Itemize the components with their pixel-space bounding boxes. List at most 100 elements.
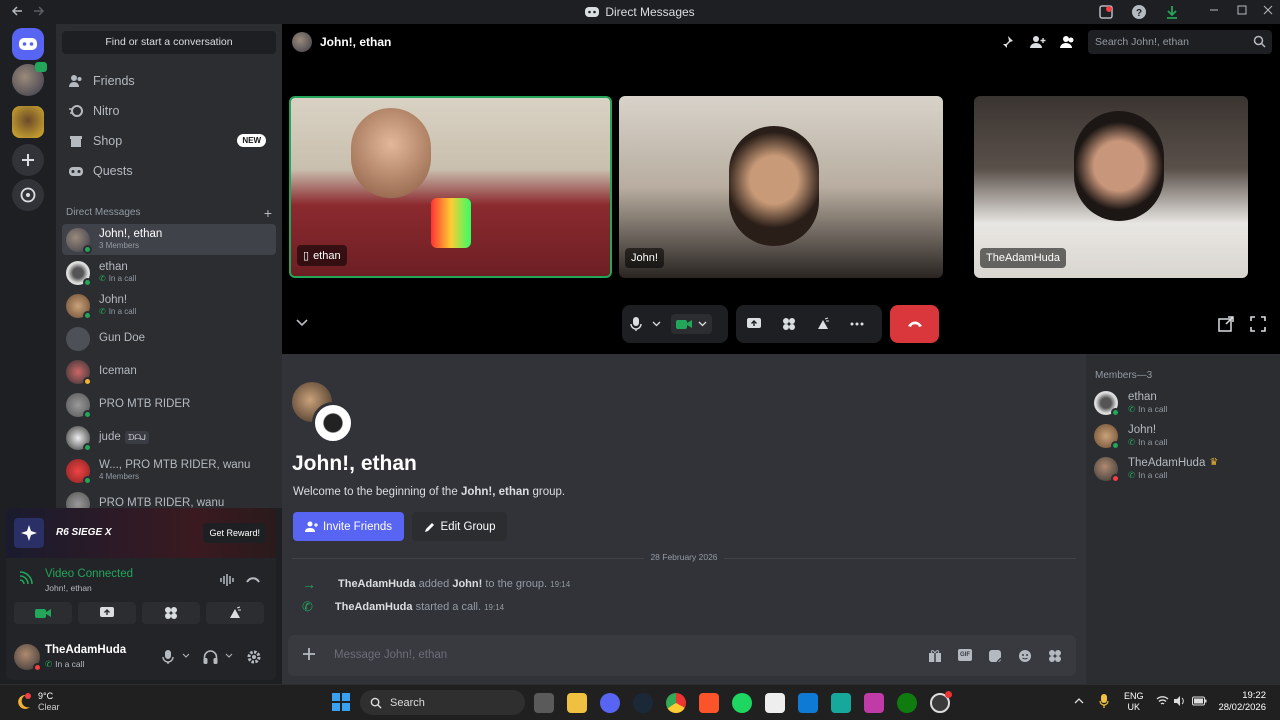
message-input[interactable]: Message John!, ethan	[334, 649, 447, 661]
nav-shop[interactable]: Shop NEW	[62, 127, 276, 155]
dm-item[interactable]: W..., PRO MTB RIDER, wanu 4 Members	[62, 455, 276, 486]
add-server-icon[interactable]	[12, 144, 44, 176]
noise-suppression-icon[interactable]	[220, 574, 234, 586]
leave-call-button[interactable]	[890, 305, 939, 343]
nav-quests[interactable]: Quests	[62, 157, 276, 185]
dm-item[interactable]: Gun Doe	[62, 323, 276, 354]
chevron-down-icon[interactable]	[652, 321, 661, 327]
wifi-icon[interactable]	[1156, 696, 1169, 706]
clock[interactable]: 19:22 28/02/2026	[1218, 690, 1266, 714]
spotify-icon[interactable]	[732, 693, 752, 713]
video-tile-ethan[interactable]: ▯ ethan	[289, 96, 612, 278]
dm-name: PRO MTB RIDER, wanu	[99, 497, 225, 508]
screenshare-button[interactable]	[78, 602, 136, 624]
dm-item[interactable]: ethan ✆ In a call	[62, 257, 276, 288]
member-item[interactable]: John! ✆ In a call	[1094, 421, 1167, 451]
language-indicator[interactable]: ENG UK	[1124, 691, 1144, 713]
welcome-text: Welcome to the beginning of the John!, e…	[293, 486, 566, 498]
emoji-icon[interactable]	[1018, 649, 1032, 663]
dm-item[interactable]: John! ✆ In a call	[62, 290, 276, 321]
taskbar-search[interactable]: Search	[360, 690, 525, 715]
chevron-up-icon[interactable]	[1074, 697, 1084, 704]
video-tile-john[interactable]: John!	[619, 96, 943, 278]
server-avatar[interactable]	[12, 106, 44, 138]
chevron-down-icon[interactable]	[225, 653, 233, 659]
battery-icon[interactable]	[1192, 695, 1207, 707]
discord-taskbar-icon[interactable]	[600, 693, 620, 713]
nav-friends[interactable]: Friends	[62, 67, 276, 95]
app-icon[interactable]	[831, 693, 851, 713]
gear-icon[interactable]	[246, 649, 262, 665]
maximize-icon[interactable]	[1236, 4, 1252, 20]
more-options-icon[interactable]	[850, 322, 864, 326]
mic-tray-icon[interactable]	[1099, 694, 1109, 709]
help-icon[interactable]: ?	[1131, 4, 1147, 20]
user-panel: TheAdamHuda ✆ In a call	[6, 634, 276, 680]
edit-group-button[interactable]: Edit Group	[412, 512, 507, 541]
close-icon[interactable]	[1262, 4, 1278, 20]
disconnect-icon[interactable]	[246, 576, 260, 584]
soundboard-button[interactable]	[206, 602, 264, 624]
avatar	[66, 425, 92, 452]
get-reward-button[interactable]: Get Reward!	[203, 523, 266, 543]
chrome-icon[interactable]	[666, 693, 686, 713]
member-item[interactable]: TheAdamHuda ♛ ✆ In a call	[1094, 454, 1218, 484]
mic-icon[interactable]	[162, 650, 174, 664]
chevron-down-icon[interactable]	[182, 653, 190, 659]
steam-icon[interactable]	[633, 693, 653, 713]
dm-item[interactable]: Iceman	[62, 356, 276, 387]
brave-icon[interactable]	[699, 693, 719, 713]
obs-icon[interactable]	[930, 691, 952, 713]
volume-icon[interactable]	[1173, 695, 1186, 707]
mic-icon[interactable]	[630, 316, 642, 332]
dm-item[interactable]: jude ᗪᗩᒍ	[62, 422, 276, 453]
group-dm-avatar[interactable]	[12, 62, 47, 96]
inbox-icon[interactable]	[1098, 4, 1114, 20]
discord-home-icon[interactable]	[12, 28, 44, 60]
create-dm-icon[interactable]: +	[264, 205, 272, 221]
gift-icon[interactable]	[928, 649, 942, 663]
activities-button[interactable]	[142, 602, 200, 624]
add-friends-icon[interactable]	[1030, 35, 1046, 49]
sticker-icon[interactable]	[988, 649, 1002, 663]
minimize-icon[interactable]	[1208, 4, 1224, 20]
file-explorer-icon[interactable]	[567, 693, 587, 713]
nav-nitro[interactable]: Nitro	[62, 97, 276, 125]
headphones-icon[interactable]	[203, 650, 218, 664]
fullscreen-icon[interactable]	[1250, 316, 1266, 332]
pin-icon[interactable]	[1000, 35, 1014, 49]
header-title[interactable]: John!, ethan	[320, 35, 391, 49]
invite-friends-button[interactable]: Invite Friends	[293, 512, 404, 541]
weather-icon[interactable]	[14, 692, 34, 712]
voice-channel[interactable]: John!, ethan	[45, 583, 92, 593]
search-input[interactable]: Search John!, ethan	[1088, 30, 1272, 54]
download-icon[interactable]	[1164, 4, 1180, 20]
activities-icon[interactable]	[782, 317, 796, 331]
discover-icon[interactable]	[12, 179, 44, 211]
screenshare-icon[interactable]	[746, 317, 762, 331]
weather-widget[interactable]: 9°C Clear	[38, 691, 60, 713]
gif-icon[interactable]: GIF	[958, 649, 972, 661]
member-item[interactable]: ethan ✆ In a call	[1094, 388, 1167, 418]
soundboard-icon[interactable]	[816, 317, 830, 331]
collapse-chevron-icon[interactable]	[296, 319, 308, 327]
app-icon[interactable]	[765, 693, 785, 713]
attach-plus-icon[interactable]	[302, 647, 316, 661]
member-list-icon[interactable]	[1060, 35, 1076, 49]
camera-toggle[interactable]	[671, 314, 712, 334]
user-avatar[interactable]	[14, 644, 42, 672]
xbox-icon[interactable]	[897, 693, 917, 713]
vscode-icon[interactable]	[798, 693, 818, 713]
camera-button[interactable]	[14, 602, 72, 624]
avatar	[1094, 457, 1120, 483]
pop-out-icon[interactable]	[1218, 316, 1234, 332]
windows-start-icon[interactable]	[332, 693, 350, 711]
dm-item[interactable]: PRO MTB RIDER, wanu	[62, 488, 276, 508]
dm-item[interactable]: PRO MTB RIDER	[62, 389, 276, 420]
task-view-icon[interactable]	[534, 693, 554, 713]
dm-item[interactable]: John!, ethan 3 Members	[62, 224, 276, 255]
find-conversation-button[interactable]: Find or start a conversation	[62, 31, 276, 54]
video-tile-theadamhuda[interactable]: TheAdamHuda	[974, 96, 1248, 278]
apps-icon[interactable]	[1048, 649, 1062, 663]
app-icon[interactable]	[864, 693, 884, 713]
